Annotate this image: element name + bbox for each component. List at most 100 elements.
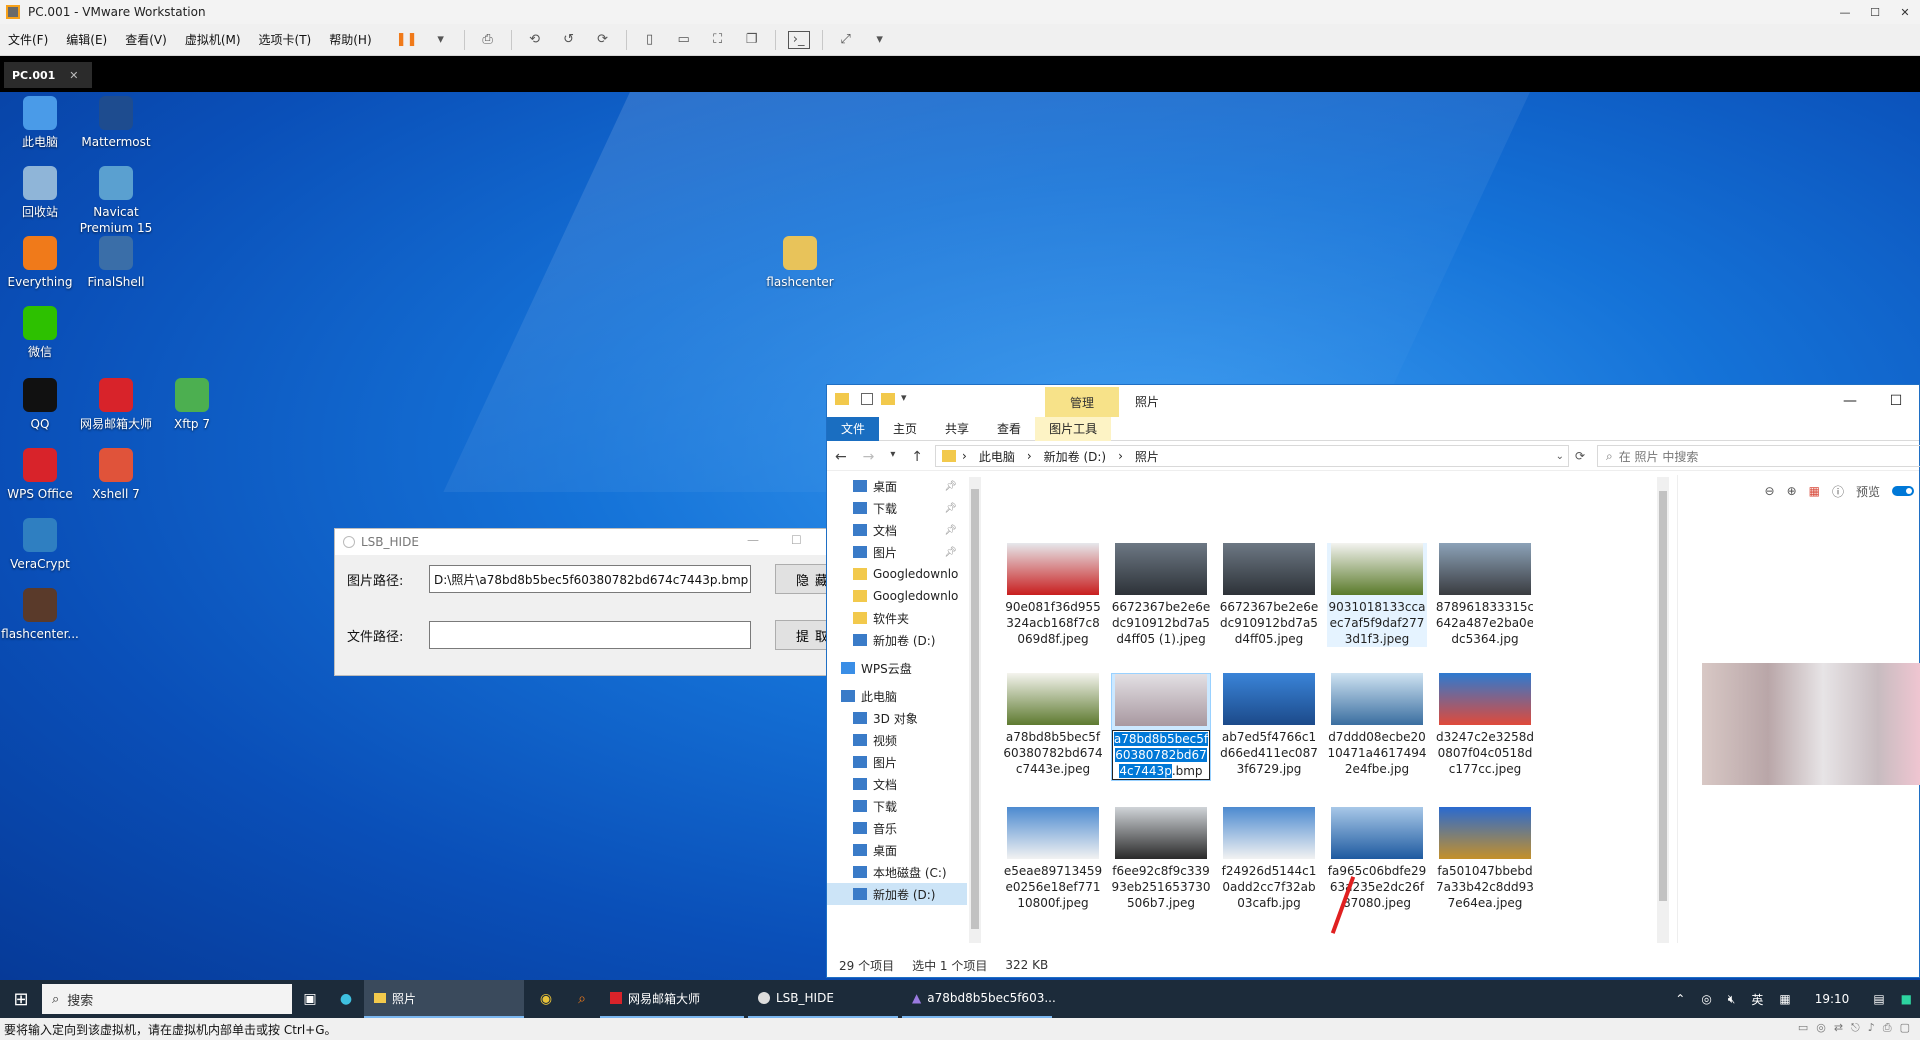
- windows-start-icon[interactable]: ⊞: [0, 980, 42, 1018]
- ribbon-tab-view[interactable]: 查看: [983, 417, 1035, 441]
- file-item[interactable]: e5eae89713459e0256e18ef77110800f.jpeg: [1003, 807, 1103, 911]
- properties-icon[interactable]: [861, 393, 873, 405]
- nav-scrollbar[interactable]: [969, 477, 981, 943]
- stretch-icon[interactable]: ⤢: [835, 31, 857, 49]
- pause-icon[interactable]: ❚❚: [396, 31, 418, 49]
- desktop-icon-8[interactable]: 网易邮箱大师: [76, 378, 156, 432]
- dropdown-arrow-icon[interactable]: ▾: [869, 31, 891, 49]
- menu-tabs[interactable]: 选项卡(T): [259, 31, 312, 48]
- file-item[interactable]: 6672367be2e6edc910912bd7a5d4ff05 (1).jpe…: [1111, 543, 1211, 647]
- desktop-icon-14[interactable]: flashcenter: [760, 236, 840, 290]
- menu-help[interactable]: 帮助(H): [329, 31, 371, 48]
- desktop-icon-1[interactable]: Mattermost: [76, 96, 156, 150]
- snapshot-icon[interactable]: ⟲: [524, 31, 546, 49]
- file-item[interactable]: a78bd8b5bec5f60380782bd674c7443p.bmp: [1111, 673, 1211, 781]
- breadcrumb[interactable]: › 此电脑 › 新加卷 (D:) › 照片 ⌄: [935, 445, 1569, 467]
- file-path-input[interactable]: [429, 621, 751, 649]
- nav-item[interactable]: 3D 对象: [827, 707, 967, 729]
- desktop-icon-0[interactable]: 此电脑: [0, 96, 80, 150]
- desktop-icon-9[interactable]: Xftp 7: [152, 378, 232, 432]
- file-item[interactable]: 9031018133ccaec7af5f9daf2773d1f3.jpeg: [1327, 543, 1427, 647]
- nav-item[interactable]: 视频: [827, 729, 967, 751]
- taskbar-app-photos[interactable]: ▲ a78bd8b5bec5f603...: [902, 980, 1056, 1018]
- menu-view[interactable]: 查看(V): [125, 31, 167, 48]
- recent-dropdown-icon[interactable]: ▾: [890, 449, 895, 465]
- ribbon-tab-file[interactable]: 文件: [827, 416, 880, 441]
- forward-icon[interactable]: →: [863, 449, 875, 465]
- up-icon[interactable]: ↑: [911, 449, 923, 465]
- minimize-icon[interactable]: —: [1830, 0, 1860, 24]
- menu-edit[interactable]: 编辑(E): [66, 31, 107, 48]
- dropdown-arrow-icon[interactable]: ▾: [430, 31, 452, 49]
- image-path-input[interactable]: D:\照片\a78bd8b5bec5f60380782bd674c7443p.b…: [429, 565, 751, 593]
- ribbon-tab-share[interactable]: 共享: [931, 417, 983, 441]
- nav-item[interactable]: 图片: [827, 751, 967, 773]
- breadcrumb-photos[interactable]: 照片: [1135, 448, 1159, 465]
- close-icon[interactable]: ✕: [1890, 0, 1920, 24]
- taskbar-search[interactable]: ⌕ 搜索: [42, 984, 292, 1014]
- file-item[interactable]: fa965c06bdfe2963a235e2dc26f87080.jpeg: [1327, 807, 1427, 911]
- file-item[interactable]: ab7ed5f4766c1d66ed411ec0873f6729.jpg: [1219, 673, 1319, 777]
- desktop-icon-4[interactable]: Everything: [0, 236, 80, 290]
- minimize-icon[interactable]: —: [747, 533, 759, 547]
- nav-item[interactable]: 文档 📌︎: [827, 519, 967, 541]
- manage-context-tab[interactable]: 管理: [1045, 387, 1119, 417]
- nav-item[interactable]: 下载: [827, 795, 967, 817]
- task-view-icon[interactable]: ▣: [292, 980, 328, 1018]
- display-icon[interactable]: ▢: [1900, 1021, 1910, 1035]
- breadcrumb-drive-d[interactable]: 新加卷 (D:): [1044, 448, 1106, 465]
- breadcrumb-this-pc[interactable]: 此电脑: [979, 448, 1015, 465]
- nav-item[interactable]: 新加卷 (D:): [827, 629, 967, 651]
- customize-arrow-icon[interactable]: ▾: [901, 391, 907, 404]
- nav-item[interactable]: 桌面: [827, 839, 967, 861]
- revert-snapshot-icon[interactable]: ↺: [558, 31, 580, 49]
- nav-item[interactable]: WPS云盘: [827, 657, 967, 679]
- file-item[interactable]: a78bd8b5bec5f60380782bd674c7443e.jpeg: [1003, 673, 1103, 777]
- full-screen-icon[interactable]: ⛶: [707, 31, 729, 49]
- menu-file[interactable]: 文件(F): [8, 31, 48, 48]
- minimize-icon[interactable]: —: [1827, 385, 1873, 417]
- nav-item[interactable]: Googledownlo: [827, 585, 967, 607]
- desktop-icon-11[interactable]: Xshell 7: [76, 448, 156, 502]
- nav-item[interactable]: 新加卷 (D:): [827, 883, 967, 905]
- ribbon-tab-picture-tools[interactable]: 图片工具: [1035, 416, 1112, 441]
- menu-vm[interactable]: 虚拟机(M): [185, 31, 241, 48]
- hard-disk-icon[interactable]: ▭: [1798, 1021, 1808, 1035]
- file-item[interactable]: fa501047bbebd7a33b42c8dd937e64ea.jpeg: [1435, 807, 1533, 911]
- file-item[interactable]: f6ee92c8f9c33993eb251653730506b7.jpeg: [1111, 807, 1211, 911]
- notification-icon[interactable]: ▤: [1873, 992, 1884, 1006]
- file-item[interactable]: d7ddd08ecbe2010471a46174942e4fbe.jpg: [1327, 673, 1427, 777]
- maximize-icon[interactable]: ☐: [1860, 0, 1890, 24]
- nav-item[interactable]: Googledownlo: [827, 563, 967, 585]
- back-icon[interactable]: ←: [835, 449, 847, 465]
- green-app-icon[interactable]: ■: [1901, 992, 1912, 1006]
- edge-icon[interactable]: ●: [328, 980, 364, 1018]
- refresh-icon[interactable]: ⟳: [1575, 449, 1585, 463]
- network-adapter-icon[interactable]: ⇄: [1834, 1021, 1843, 1035]
- desktop-icon-3[interactable]: Navicat Premium 15: [76, 166, 156, 236]
- network-icon[interactable]: ◎: [1701, 992, 1711, 1006]
- usb-icon[interactable]: ⎋: [1851, 1021, 1860, 1035]
- nav-item[interactable]: 图片 📌︎: [827, 541, 967, 563]
- nav-item[interactable]: 音乐: [827, 817, 967, 839]
- volume-muted-icon[interactable]: 🔇︎: [1728, 992, 1736, 1007]
- rename-extension[interactable]: .bmp: [1172, 764, 1203, 778]
- nav-item[interactable]: 本地磁盘 (C:): [827, 861, 967, 883]
- file-item[interactable]: 90e081f36d955324acb168f7c8069d8f.jpeg: [1003, 543, 1103, 647]
- taskbar-app-explorer[interactable]: 照片: [364, 980, 524, 1018]
- desktop-icon-5[interactable]: FinalShell: [76, 236, 156, 290]
- preview-toggle[interactable]: [1892, 486, 1914, 496]
- ribbon-tab-home[interactable]: 主页: [879, 417, 931, 441]
- taskbar-app-mail[interactable]: 网易邮箱大师: [600, 980, 744, 1018]
- close-tab-icon[interactable]: ✕: [69, 69, 78, 82]
- ime-indicator[interactable]: 英: [1751, 991, 1763, 1008]
- new-folder-icon[interactable]: [881, 393, 895, 405]
- desktop-icon-7[interactable]: QQ: [0, 378, 80, 432]
- snapshot-manager-icon[interactable]: ⟳: [592, 31, 614, 49]
- sound-icon[interactable]: ♪: [1868, 1021, 1875, 1035]
- file-item[interactable]: 878961833315c642a487e2ba0edc5364.jpg: [1435, 543, 1533, 647]
- file-item[interactable]: d3247c2e3258d0807f04c0518dc177cc.jpeg: [1435, 673, 1533, 777]
- cd-icon[interactable]: ◎: [1816, 1021, 1826, 1035]
- file-scrollbar[interactable]: [1657, 477, 1669, 943]
- nav-item[interactable]: 文档: [827, 773, 967, 795]
